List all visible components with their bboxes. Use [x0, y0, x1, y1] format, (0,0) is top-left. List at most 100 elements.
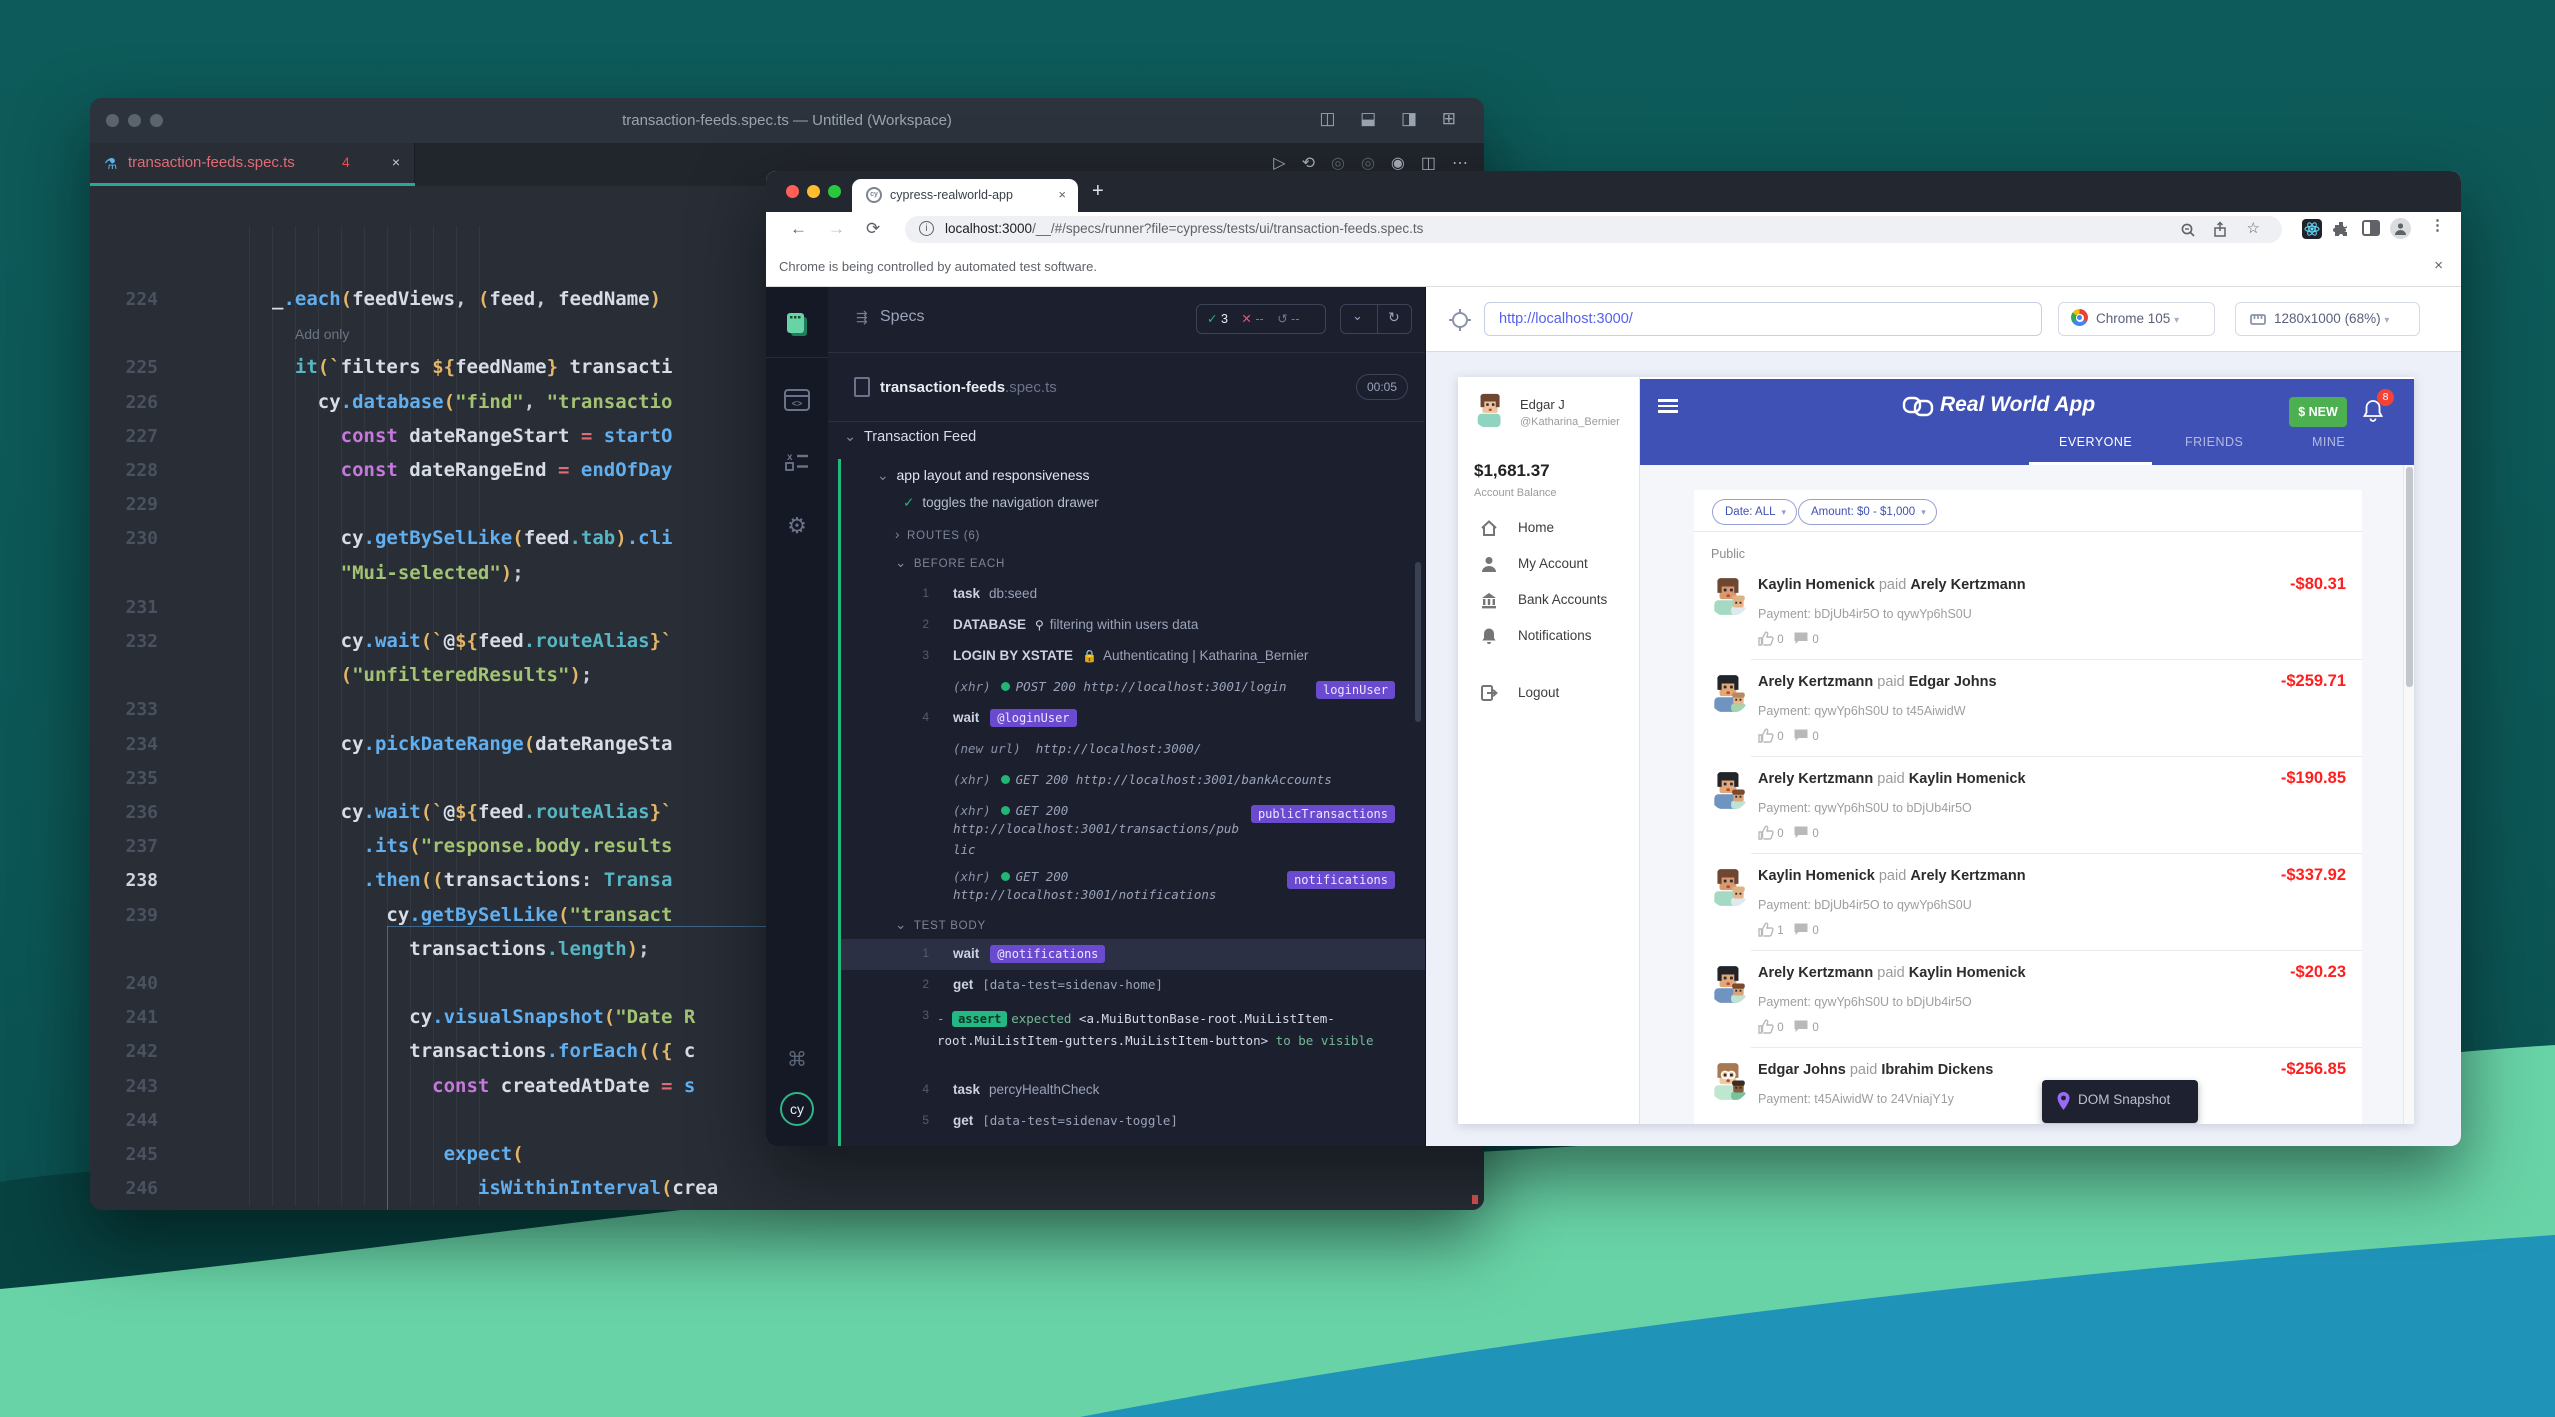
collapse-chevron-icon[interactable]: ⌄: [1352, 308, 1363, 324]
command-row[interactable]: 4 task percyHealthCheck: [841, 1075, 1425, 1106]
command-row[interactable]: 4 wait @loginUser: [841, 703, 1425, 734]
menu-dots-icon[interactable]: ⋮: [2430, 216, 2445, 234]
infobar-close-icon[interactable]: ×: [2434, 257, 2443, 274]
share-icon[interactable]: [2212, 221, 2228, 238]
like-icon[interactable]: [1758, 825, 1774, 840]
bookmark-star-icon[interactable]: ☆: [2247, 219, 2260, 237]
like-icon[interactable]: [1758, 1019, 1774, 1034]
back-icon[interactable]: ←: [790, 219, 807, 239]
transaction-row[interactable]: Kaylin Homenick paid Arely Kertzmann Paym…: [1694, 854, 2362, 951]
comment-icon[interactable]: [1793, 632, 1809, 646]
address-bar[interactable]: i localhost:3000/__/#/specs/runner?file=…: [905, 216, 2282, 243]
filter-chip-date[interactable]: Date: ALL ▾: [1712, 499, 1798, 525]
chevron-right-icon[interactable]: ›: [895, 527, 900, 542]
receiver-name[interactable]: Kaylin Homenick: [1909, 965, 2026, 981]
chrome-close-button[interactable]: [786, 185, 799, 198]
transaction-row[interactable]: Arely Kertzmann paid Edgar Johns Payment:…: [1694, 660, 2362, 757]
sidebar-item-my-account[interactable]: My Account: [1458, 549, 1640, 581]
receiver-name[interactable]: Arely Kertzmann: [1910, 868, 2025, 884]
browser-select[interactable]: Chrome 105 ▾: [2058, 302, 2215, 336]
debug-icon[interactable]: x: [785, 451, 809, 478]
receiver-name[interactable]: Ibrahim Dickens: [1881, 1062, 1993, 1078]
transaction-row[interactable]: Edgar Johns paid Ibrahim Dickens Payment:…: [1694, 1048, 2362, 1124]
sender-name[interactable]: Arely Kertzmann: [1758, 965, 1873, 981]
sidebar-item-logout[interactable]: Logout: [1458, 678, 1640, 710]
filter-chip-amount[interactable]: Amount: $0 - $1,000 ▾: [1798, 499, 1937, 525]
forward-icon[interactable]: →: [828, 219, 845, 239]
profile-icon[interactable]: [2390, 218, 2411, 239]
transaction-row[interactable]: Arely Kertzmann paid Kaylin Homenick Paym…: [1694, 951, 2362, 1048]
specs-menu-icon[interactable]: ⇶: [856, 309, 868, 326]
new-tab-button[interactable]: +: [1092, 180, 1104, 202]
sender-name[interactable]: Arely Kertzmann: [1758, 771, 1873, 787]
chevron-down-icon[interactable]: ⌄: [895, 555, 906, 571]
comment-icon[interactable]: [1793, 729, 1809, 743]
tab-friends[interactable]: FRIENDS: [2185, 435, 2243, 449]
like-icon[interactable]: [1758, 922, 1774, 937]
command-row[interactable]: 2 DATABASE ⚲ filtering within users data: [841, 610, 1425, 641]
suite-transaction-feed[interactable]: ⌄ Transaction Feed: [844, 429, 976, 445]
new-transaction-button[interactable]: $ NEW: [2289, 397, 2347, 427]
comment-icon[interactable]: [1793, 923, 1809, 937]
side-panel-icon[interactable]: [2362, 220, 2380, 236]
reload-icon[interactable]: ⟳: [866, 219, 880, 239]
titlebar-layout-icons[interactable]: ◫ ⬓ ◨ ⊞: [1319, 109, 1466, 129]
section-before-each[interactable]: ⌄ BEFORE EACH: [841, 549, 1425, 579]
hamburger-icon[interactable]: [1658, 399, 1678, 413]
receiver-name[interactable]: Kaylin Homenick: [1909, 771, 2026, 787]
site-info-icon[interactable]: i: [919, 221, 934, 236]
sender-name[interactable]: Kaylin Homenick: [1758, 868, 1875, 884]
transaction-row[interactable]: Arely Kertzmann paid Kaylin Homenick Paym…: [1694, 757, 2362, 854]
reporter-scrollbar[interactable]: [1415, 562, 1421, 722]
command-row[interactable]: 1 task db:seed: [841, 579, 1425, 610]
sidebar-item-notifications[interactable]: Notifications: [1458, 621, 1640, 653]
like-icon[interactable]: [1758, 631, 1774, 646]
chevron-down-icon[interactable]: ⌄: [895, 917, 906, 933]
vscode-titlebar[interactable]: transaction-feeds.spec.ts — Untitled (Wo…: [90, 98, 1484, 143]
selector-playground-icon[interactable]: [1448, 308, 1472, 332]
settings-gear-icon[interactable]: ⚙: [787, 513, 807, 539]
sidebar-item-bank-accounts[interactable]: Bank Accounts: [1458, 585, 1640, 617]
spec-file-name[interactable]: transaction-feeds.spec.ts: [880, 379, 1057, 396]
comment-icon[interactable]: [1793, 826, 1809, 840]
extensions-puzzle-icon[interactable]: [2332, 220, 2350, 238]
section-test-body[interactable]: ⌄ TEST BODY: [841, 907, 1425, 939]
code-line[interactable]: 246 isWithinInterval(crea: [90, 1171, 1484, 1206]
receiver-name[interactable]: Arely Kertzmann: [1910, 577, 2025, 593]
browser-tab-close-icon[interactable]: ×: [1058, 187, 1066, 202]
chrome-minimize-button[interactable]: [807, 185, 820, 198]
browser-tab[interactable]: cy cypress-realworld-app ×: [852, 179, 1078, 212]
command-row[interactable]: 1 wait @notifications: [841, 939, 1425, 970]
cypress-logo-icon[interactable]: cy: [780, 1092, 814, 1126]
comment-icon[interactable]: [1793, 1020, 1809, 1034]
like-icon[interactable]: [1758, 728, 1774, 743]
chrome-zoom-button[interactable]: [828, 185, 841, 198]
chevron-down-icon[interactable]: ⌄: [877, 467, 889, 484]
refresh-icon[interactable]: ↻: [1388, 309, 1400, 326]
suite-app-layout[interactable]: ⌄ app layout and responsiveness: [841, 459, 1425, 491]
command-row[interactable]: 3 LOGIN BY XSTATE 🔒 Authenticating | Kathar…: [841, 641, 1425, 672]
tab-mine[interactable]: MINE: [2312, 435, 2345, 449]
app-url-input[interactable]: http://localhost:3000/: [1484, 302, 2042, 336]
sidebar-item-home[interactable]: Home: [1458, 513, 1640, 545]
command-row[interactable]: 5 get [data-test=sidenav-toggle]: [841, 1106, 1425, 1137]
sender-name[interactable]: Kaylin Homenick: [1758, 577, 1875, 593]
test-toggles-navigation-drawer[interactable]: ✓ toggles the navigation drawer: [841, 491, 1425, 521]
code-line[interactable]: 247 start: startOfDayUTC(dateRangeStart)…: [90, 1205, 1484, 1210]
command-row[interactable]: 2 get [data-test=sidenav-home]: [841, 970, 1425, 1001]
receiver-name[interactable]: Edgar Johns: [1909, 674, 1997, 690]
specs-icon[interactable]: [784, 311, 810, 344]
react-devtools-icon[interactable]: [2302, 219, 2322, 239]
sender-name[interactable]: Arely Kertzmann: [1758, 674, 1873, 690]
assert-row[interactable]: 3- assert expected <a.MuiButtonBase-root…: [841, 1001, 1425, 1075]
editor-action-icons[interactable]: ▷ ⟲ ◎ ◎ ◉ ◫ ⋯: [1257, 153, 1468, 173]
keyboard-shortcuts-icon[interactable]: ⌘: [787, 1047, 807, 1072]
viewport-select[interactable]: 1280x1000 (68%) ▾: [2235, 302, 2420, 336]
tab-close-icon[interactable]: ×: [392, 154, 400, 170]
editor-tab[interactable]: ⚗ transaction-feeds.spec.ts 4 ×: [90, 143, 415, 186]
app-scrollbar[interactable]: [2403, 465, 2414, 1124]
section-routes[interactable]: › ROUTES (6): [841, 521, 1425, 549]
sender-name[interactable]: Edgar Johns: [1758, 1062, 1846, 1078]
zoom-icon[interactable]: [2180, 222, 2196, 238]
transaction-row[interactable]: Kaylin Homenick paid Arely Kertzmann Paym…: [1694, 563, 2362, 660]
